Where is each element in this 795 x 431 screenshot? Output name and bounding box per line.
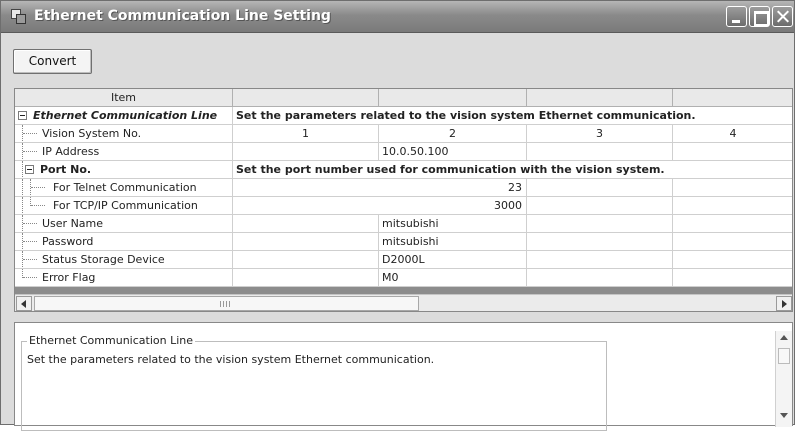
user-name-cell-2[interactable]: mitsubishi: [379, 215, 527, 233]
password-cell-4[interactable]: [673, 233, 792, 251]
table-row[interactable]: Password mitsubishi: [15, 233, 792, 251]
column-header-4: [673, 89, 792, 107]
arrow-left-icon[interactable]: [16, 296, 32, 311]
arrow-up-icon[interactable]: [777, 331, 791, 345]
table-row[interactable]: User Name mitsubishi: [15, 215, 792, 233]
tcpip-port-value[interactable]: 3000: [233, 197, 527, 215]
section-note: Set the parameters related to the vision…: [233, 107, 792, 125]
column-header-2: [379, 89, 527, 107]
error-flag-cell-1[interactable]: [233, 269, 379, 287]
scrollbar-thumb[interactable]: [34, 296, 419, 311]
horizontal-scrollbar[interactable]: [15, 294, 792, 311]
vertical-scrollbar[interactable]: [775, 331, 792, 427]
row-label-telnet: For Telnet Communication: [53, 181, 197, 194]
row-label-tcpip: For TCP/IP Communication: [53, 199, 198, 212]
user-name-cell-4[interactable]: [673, 215, 792, 233]
collapse-minus-icon[interactable]: [25, 165, 34, 174]
status-device-cell-2[interactable]: D2000L: [379, 251, 527, 269]
convert-button[interactable]: Convert: [13, 49, 92, 74]
user-name-cell-1[interactable]: [233, 215, 379, 233]
scrollbar-thumb[interactable]: [778, 348, 790, 364]
table-row[interactable]: Ethernet Communication Line Set the para…: [15, 107, 792, 125]
close-icon[interactable]: [772, 6, 793, 27]
port-note: Set the port number used for communicati…: [233, 161, 792, 179]
error-flag-cell-4[interactable]: [673, 269, 792, 287]
ip-address-cell-2[interactable]: 10.0.50.100: [379, 143, 527, 161]
arrow-down-icon[interactable]: [777, 409, 791, 423]
ip-address-cell-1[interactable]: [233, 143, 379, 161]
table-row[interactable]: IP Address 10.0.50.100: [15, 143, 792, 161]
description-pane: Ethernet Communication Line Set the para…: [14, 322, 793, 431]
settings-grid: Item Ethernet Communication Line Set the…: [14, 88, 793, 312]
window-app-icon[interactable]: [11, 9, 26, 24]
error-flag-cell-2[interactable]: M0: [379, 269, 527, 287]
table-row[interactable]: Vision System No. 1 2 3 4: [15, 125, 792, 143]
column-header-1: [233, 89, 379, 107]
arrow-right-icon[interactable]: [776, 296, 792, 311]
table-row[interactable]: Port No. Set the port number used for co…: [15, 161, 792, 179]
password-cell-2[interactable]: mitsubishi: [379, 233, 527, 251]
table-row[interactable]: For Telnet Communication 23: [15, 179, 792, 197]
status-device-cell-1[interactable]: [233, 251, 379, 269]
row-label-vision-system-no: Vision System No.: [42, 127, 142, 140]
row-label-password: Password: [42, 235, 94, 248]
vision-no-1: 1: [233, 125, 379, 143]
grid-header-row: Item: [15, 89, 792, 107]
row-label-status-storage-device: Status Storage Device: [42, 253, 165, 266]
table-row[interactable]: Status Storage Device D2000L: [15, 251, 792, 269]
password-cell-3[interactable]: [527, 233, 673, 251]
row-label-user-name: User Name: [42, 217, 104, 230]
table-row[interactable]: Error Flag M0: [15, 269, 792, 287]
row-label-ip-address: IP Address: [42, 145, 100, 158]
telnet-port-value[interactable]: 23: [233, 179, 527, 197]
section-title: Ethernet Communication Line: [33, 109, 218, 122]
collapse-minus-icon[interactable]: [18, 111, 27, 120]
vision-no-2: 2: [379, 125, 527, 143]
password-cell-1[interactable]: [233, 233, 379, 251]
maximize-icon[interactable]: [749, 6, 770, 27]
grid-empty-area: [15, 287, 792, 294]
column-header-item: Item: [15, 89, 233, 107]
status-device-cell-3[interactable]: [527, 251, 673, 269]
title-bar[interactable]: Ethernet Communication Line Setting: [1, 1, 794, 33]
vision-no-4: 4: [673, 125, 792, 143]
ethernet-setting-window: Ethernet Communication Line Setting Conv…: [0, 0, 795, 431]
status-device-cell-4[interactable]: [673, 251, 792, 269]
vision-no-3: 3: [527, 125, 673, 143]
description-text: Set the parameters related to the vision…: [27, 353, 435, 366]
column-header-3: [527, 89, 673, 107]
row-label-port-no: Port No.: [40, 163, 92, 176]
error-flag-cell-3[interactable]: [527, 269, 673, 287]
ip-address-cell-3[interactable]: [527, 143, 673, 161]
table-row[interactable]: For TCP/IP Communication 3000: [15, 197, 792, 215]
ip-address-cell-4[interactable]: [673, 143, 792, 161]
pane-splitter[interactable]: [14, 316, 793, 321]
window-title: Ethernet Communication Line Setting: [34, 8, 331, 24]
row-label-error-flag: Error Flag: [42, 271, 96, 284]
minimize-icon[interactable]: [726, 6, 747, 27]
description-title: Ethernet Communication Line: [27, 334, 196, 347]
user-name-cell-3[interactable]: [527, 215, 673, 233]
